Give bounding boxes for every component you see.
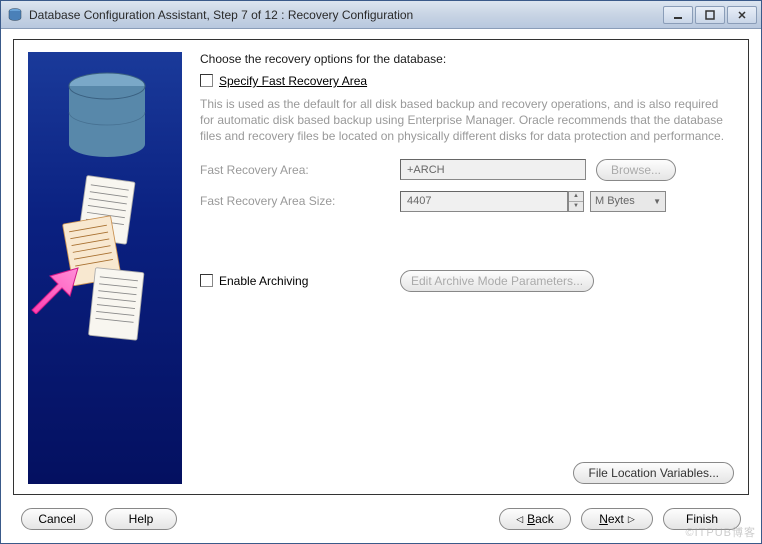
- cancel-button[interactable]: Cancel: [21, 508, 93, 530]
- fra-size-spinner[interactable]: ▲▼: [568, 191, 584, 212]
- content-panel: Choose the recovery options for the data…: [13, 39, 749, 495]
- client-area: Choose the recovery options for the data…: [1, 29, 761, 543]
- pink-arrow-icon: [28, 262, 80, 314]
- enable-archiving-checkbox[interactable]: [200, 274, 213, 287]
- specify-fra-checkbox[interactable]: [200, 74, 213, 87]
- wizard-footer: Cancel Help ◁Back Next▷ Finish: [13, 495, 749, 535]
- fra-size-row: Fast Recovery Area Size: ▲▼ M Bytes ▼: [200, 191, 734, 212]
- minimize-button[interactable]: [663, 6, 693, 24]
- titlebar: Database Configuration Assistant, Step 7…: [1, 1, 761, 29]
- enable-archiving-label: Enable Archiving: [219, 274, 308, 288]
- fra-size-unit-combo[interactable]: M Bytes ▼: [590, 191, 666, 212]
- fra-path-input[interactable]: [400, 159, 586, 180]
- triangle-right-icon: ▷: [628, 514, 635, 525]
- specify-fra-label: Specify Fast Recovery Area: [219, 74, 367, 88]
- fra-size-unit-text: M Bytes: [595, 195, 635, 207]
- database-cylinder-icon: [66, 72, 148, 162]
- edit-archive-params-button[interactable]: Edit Archive Mode Parameters...: [400, 270, 594, 292]
- triangle-left-icon: ◁: [516, 514, 523, 525]
- enable-archiving-row: Enable Archiving Edit Archive Mode Param…: [200, 270, 734, 292]
- file-location-row: File Location Variables...: [200, 452, 734, 484]
- chevron-down-icon: ▼: [653, 197, 661, 206]
- window-title: Database Configuration Assistant, Step 7…: [29, 8, 663, 22]
- panel-heading: Choose the recovery options for the data…: [200, 52, 734, 66]
- fra-size-input[interactable]: [400, 191, 568, 212]
- wizard-graphic-panel: [28, 52, 182, 484]
- watermark: ©ITPUB博客: [686, 524, 757, 540]
- specify-fra-row: Specify Fast Recovery Area: [200, 74, 734, 88]
- close-button[interactable]: [727, 6, 757, 24]
- fra-path-row: Fast Recovery Area: Browse...: [200, 159, 734, 181]
- help-button[interactable]: Help: [105, 508, 177, 530]
- fra-path-label: Fast Recovery Area:: [200, 163, 400, 177]
- window-controls: [663, 6, 757, 24]
- file-location-variables-button[interactable]: File Location Variables...: [573, 462, 734, 484]
- options-panel: Choose the recovery options for the data…: [200, 52, 734, 484]
- back-button[interactable]: ◁Back: [499, 508, 571, 530]
- app-icon: [7, 7, 23, 23]
- maximize-button[interactable]: [695, 6, 725, 24]
- fra-size-label: Fast Recovery Area Size:: [200, 194, 400, 208]
- fra-description: This is used as the default for all disk…: [200, 96, 734, 145]
- main-window: Database Configuration Assistant, Step 7…: [0, 0, 762, 544]
- browse-button[interactable]: Browse...: [596, 159, 676, 181]
- next-button[interactable]: Next▷: [581, 508, 653, 530]
